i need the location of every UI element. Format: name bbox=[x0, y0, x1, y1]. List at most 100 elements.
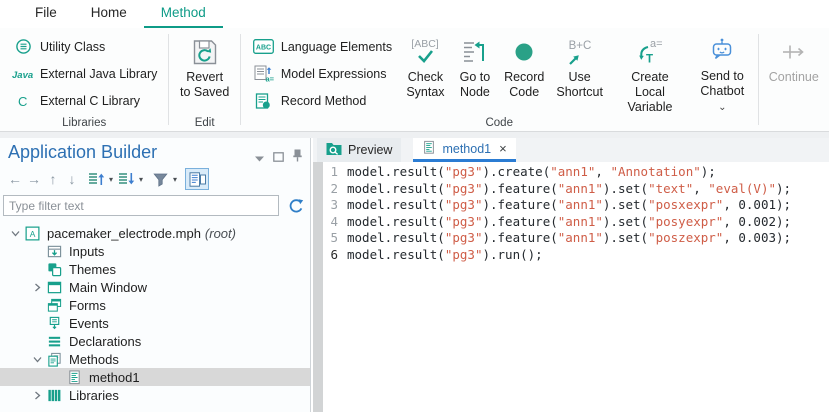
tree-row-libraries[interactable]: Libraries bbox=[0, 386, 310, 404]
move-down-button[interactable]: ↓ bbox=[63, 168, 81, 190]
back-button[interactable]: ← bbox=[6, 168, 24, 190]
check-syntax-button[interactable]: [ABC] Check Syntax bbox=[399, 30, 452, 115]
tree-row-method1[interactable]: method1 bbox=[0, 368, 310, 386]
forms-icon bbox=[46, 298, 63, 313]
code-line[interactable]: 1model.result("pg3").create("ann1", "Ann… bbox=[323, 164, 829, 181]
filter-input[interactable] bbox=[3, 195, 279, 216]
tree-row-forms[interactable]: Forms bbox=[0, 296, 310, 314]
record-method-icon bbox=[252, 92, 276, 110]
ribbon-group-continue: Continue bbox=[759, 28, 829, 131]
application-builder-panel: Application Builder ← → ↑ ↓ ▾ ▾ ▾ bbox=[0, 138, 311, 412]
line-number: 6 bbox=[323, 247, 347, 264]
tab-method[interactable]: Method bbox=[144, 0, 223, 28]
panel-title: Application Builder bbox=[8, 142, 255, 163]
tree-row-themes[interactable]: Themes bbox=[0, 260, 310, 278]
method-document-icon bbox=[66, 370, 83, 385]
tab-label: method1 bbox=[442, 142, 491, 156]
record-code-button[interactable]: Record Code bbox=[498, 30, 550, 115]
expand-all-button[interactable] bbox=[87, 168, 105, 190]
create-local-variable-button[interactable]: a=T Create Local Variable bbox=[609, 30, 691, 115]
application-tree: A pacemaker_electrode.mph (root) Inputs … bbox=[0, 219, 310, 404]
chevron-expanded-icon[interactable] bbox=[6, 229, 24, 238]
move-up-button[interactable]: ↑ bbox=[44, 168, 62, 190]
external-c-library-button[interactable]: C External C Library bbox=[4, 88, 164, 115]
button-label: Model Expressions bbox=[281, 67, 387, 81]
utility-class-icon bbox=[11, 38, 35, 56]
button-label: Record Code bbox=[504, 70, 544, 100]
button-label: Revert to Saved bbox=[179, 70, 229, 100]
declarations-icon bbox=[46, 334, 63, 349]
method-document-icon bbox=[422, 140, 436, 158]
code-line[interactable]: 6model.result("pg3").run(); bbox=[323, 247, 829, 264]
arrow-down-icon: ↓ bbox=[69, 172, 76, 186]
button-label: Send to Chatbot ⌄ bbox=[697, 69, 748, 115]
code-text: model.result("pg3").create("ann1", "Anno… bbox=[347, 164, 716, 181]
language-elements-icon: ABC bbox=[252, 38, 276, 56]
forward-button[interactable]: → bbox=[25, 168, 43, 190]
utility-class-button[interactable]: Utility Class bbox=[4, 33, 164, 60]
code-line[interactable]: 5model.result("pg3").feature("ann1").set… bbox=[323, 230, 829, 247]
check-syntax-icon: [ABC] bbox=[406, 34, 444, 70]
arrow-left-icon: ← bbox=[8, 172, 22, 186]
refresh-icon bbox=[288, 198, 304, 214]
tree-toolbar: ← → ↑ ↓ ▾ ▾ ▾ bbox=[0, 166, 310, 192]
tab-preview[interactable]: Preview bbox=[317, 138, 401, 162]
filter-row bbox=[0, 192, 310, 219]
tree-row-inputs[interactable]: Inputs bbox=[0, 242, 310, 260]
show-editor-tools-toggle[interactable] bbox=[185, 168, 209, 190]
method-editor-pane: Preview method1 × 1model.result("pg3").c… bbox=[313, 138, 829, 412]
tab-method1[interactable]: method1 × bbox=[413, 138, 515, 162]
svg-text:Java: Java bbox=[12, 70, 33, 81]
external-java-library-button[interactable]: Java External Java Library bbox=[4, 60, 164, 87]
tree-item-label: method1 bbox=[89, 370, 140, 385]
inputs-icon bbox=[46, 244, 63, 259]
continue-button[interactable]: Continue bbox=[763, 30, 825, 115]
chevron-collapsed-icon[interactable] bbox=[28, 391, 46, 400]
record-method-button[interactable]: Record Method bbox=[245, 88, 399, 115]
chevron-down-icon: ⌄ bbox=[718, 102, 726, 113]
close-tab-icon[interactable]: × bbox=[499, 141, 507, 156]
tree-row-methods[interactable]: Methods bbox=[0, 350, 310, 368]
filter-menu-arrow[interactable]: ▾ bbox=[170, 175, 180, 184]
panel-menu-chevron-icon[interactable] bbox=[255, 149, 264, 167]
tree-row-root[interactable]: A pacemaker_electrode.mph (root) bbox=[0, 224, 310, 242]
tab-label: Preview bbox=[348, 143, 392, 157]
code-line[interactable]: 3model.result("pg3").feature("ann1").set… bbox=[323, 197, 829, 214]
tree-item-label: pacemaker_electrode.mph bbox=[47, 226, 201, 241]
collapse-all-button[interactable] bbox=[117, 168, 135, 190]
svg-text:B+C: B+C bbox=[568, 40, 591, 52]
revert-to-saved-button[interactable]: Revert to Saved bbox=[173, 30, 235, 115]
chevron-expanded-icon[interactable] bbox=[28, 355, 46, 364]
libraries-icon bbox=[46, 388, 63, 403]
tab-file[interactable]: File bbox=[18, 0, 74, 28]
panel-float-icon[interactable] bbox=[273, 149, 284, 167]
tree-item-suffix: (root) bbox=[205, 226, 236, 241]
go-to-node-button[interactable]: Go to Node bbox=[452, 30, 498, 115]
send-to-chatbot-button[interactable]: Send to Chatbot ⌄ bbox=[691, 30, 754, 115]
collapse-all-menu-arrow[interactable]: ▾ bbox=[136, 175, 146, 184]
filter-button[interactable] bbox=[151, 168, 169, 190]
model-expressions-button[interactable]: a= Model Expressions bbox=[245, 60, 399, 87]
code-line[interactable]: 2model.result("pg3").feature("ann1").set… bbox=[323, 181, 829, 198]
ribbon-group-label: Edit bbox=[169, 117, 239, 129]
tree-row-main-window[interactable]: Main Window bbox=[0, 278, 310, 296]
tab-home[interactable]: Home bbox=[74, 0, 144, 28]
button-label: External Java Library bbox=[40, 67, 157, 81]
expand-all-menu-arrow[interactable]: ▾ bbox=[106, 175, 116, 184]
language-elements-button[interactable]: ABC Language Elements bbox=[245, 33, 399, 60]
tree-row-declarations[interactable]: Declarations bbox=[0, 332, 310, 350]
chevron-collapsed-icon[interactable] bbox=[28, 283, 46, 292]
code-area[interactable]: 1model.result("pg3").create("ann1", "Ann… bbox=[313, 162, 829, 412]
tree-row-events[interactable]: Events bbox=[0, 314, 310, 332]
code-line[interactable]: 4model.result("pg3").feature("ann1").set… bbox=[323, 214, 829, 231]
arrow-right-icon: → bbox=[27, 172, 41, 186]
editor-tools-icon bbox=[189, 172, 206, 187]
panel-pin-icon[interactable] bbox=[293, 149, 302, 167]
funnel-icon bbox=[153, 172, 168, 187]
refresh-button[interactable] bbox=[288, 198, 304, 214]
use-shortcut-button[interactable]: B+C Use Shortcut bbox=[550, 30, 609, 115]
ribbon: Utility Class Java External Java Library… bbox=[0, 28, 829, 132]
breakpoint-gutter[interactable] bbox=[313, 162, 323, 412]
preview-icon bbox=[326, 142, 342, 159]
tree-item-label: Libraries bbox=[69, 388, 119, 403]
